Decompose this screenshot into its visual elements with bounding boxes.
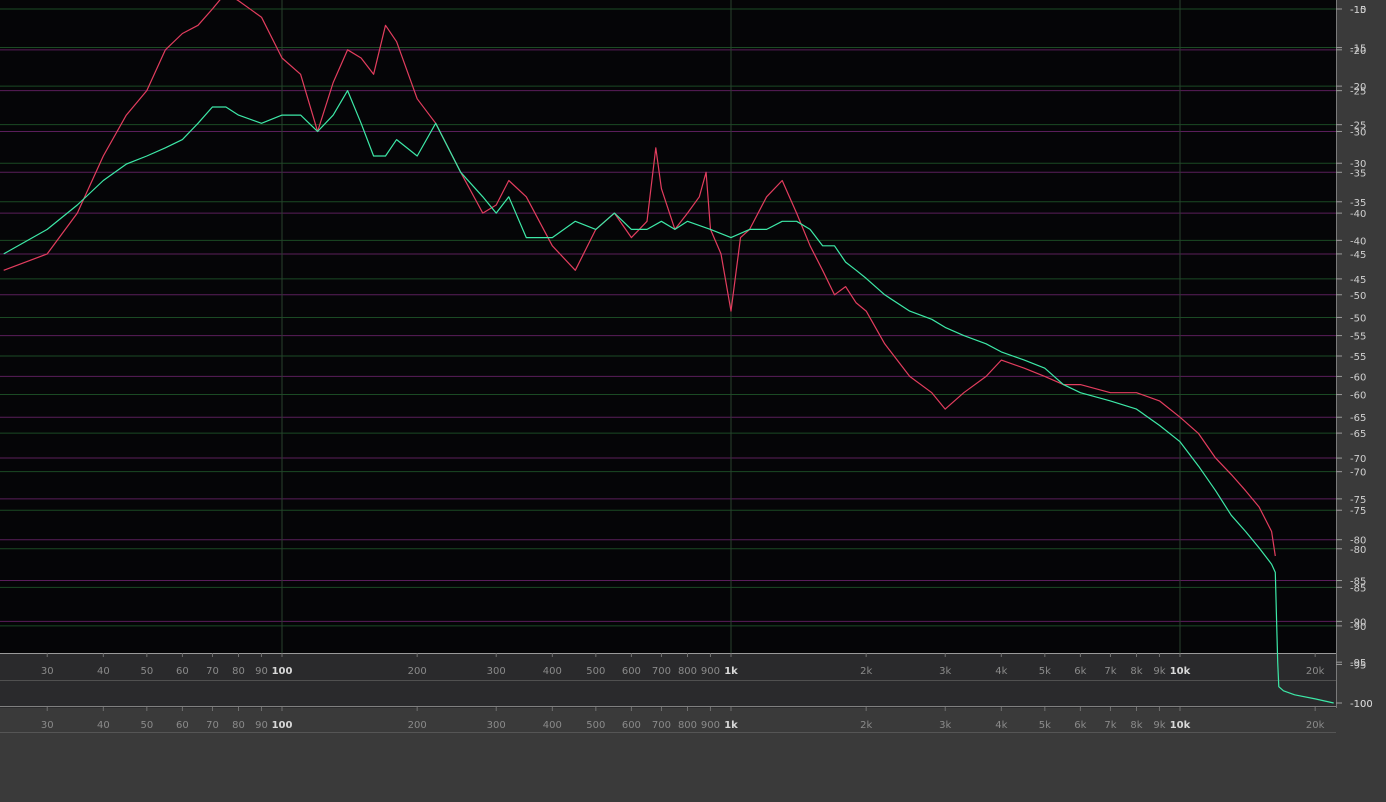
spectrum-analyzer-plot[interactable]: -15-20-25-30-35-40-45-50-55-60-65-70-75-… [0, 0, 1386, 802]
db-tick-label: -60 [1350, 391, 1366, 402]
frequency-tick-label: 70 [206, 720, 219, 731]
db-tick-label: -75 [1350, 506, 1366, 517]
frequency-tick-label: 800 [678, 720, 697, 731]
db-tick-label: -50 [1350, 313, 1366, 324]
frequency-tick-label: 80 [232, 720, 245, 731]
db-tick-label: -40 [1350, 209, 1366, 220]
frequency-tick-label: 30 [41, 666, 54, 677]
frequency-tick-label: 300 [487, 666, 506, 677]
frequency-tick-label: 900 [701, 666, 720, 677]
frequency-tick-label: 1k [724, 720, 738, 731]
frequency-tick-label: 90 [255, 720, 268, 731]
frequency-tick-label: 3k [939, 720, 951, 731]
db-tick-label: -10 [1350, 5, 1366, 16]
frequency-tick-label: 5k [1039, 666, 1051, 677]
db-tick-label: -35 [1350, 198, 1366, 209]
frequency-tick-label: 2k [860, 666, 872, 677]
db-tick-label: -100 [1350, 699, 1373, 710]
db-tick-label: -55 [1350, 332, 1366, 343]
frequency-tick-label: 600 [622, 720, 641, 731]
db-tick-label: -65 [1350, 429, 1366, 440]
frequency-tick-label: 40 [97, 666, 110, 677]
frequency-tick-label: 100 [272, 666, 293, 677]
frequency-tick-label: 90 [255, 666, 268, 677]
frequency-tick-label: 50 [140, 720, 153, 731]
frequency-tick-label: 3k [939, 666, 951, 677]
frequency-tick-label: 500 [586, 666, 605, 677]
frequency-tick-label: 2k [860, 720, 872, 731]
frequency-tick-label: 9k [1153, 720, 1165, 731]
frequency-tick-label: 40 [97, 720, 110, 731]
frequency-tick-label: 700 [652, 720, 671, 731]
frequency-tick-label: 20k [1306, 666, 1325, 677]
frequency-tick-label: 30 [41, 720, 54, 731]
db-tick-label: -80 [1350, 545, 1366, 556]
frequency-tick-label: 700 [652, 666, 671, 677]
frequency-tick-label: 400 [543, 720, 562, 731]
frequency-tick-label: 6k [1074, 666, 1086, 677]
frequency-tick-label: 60 [176, 666, 189, 677]
frequency-tick-label: 60 [176, 720, 189, 731]
frequency-tick-label: 200 [408, 666, 427, 677]
frequency-tick-label: 80 [232, 666, 245, 677]
db-tick-label: -70 [1350, 468, 1366, 479]
db-tick-label: -75 [1350, 495, 1366, 506]
db-tick-label: -70 [1350, 454, 1366, 465]
db-tick-label: -90 [1350, 622, 1366, 633]
frequency-tick-label: 9k [1153, 666, 1165, 677]
db-tick-label: -20 [1350, 82, 1366, 93]
frequency-tick-label: 70 [206, 666, 219, 677]
frequency-tick-label: 600 [622, 666, 641, 677]
frequency-tick-label: 4k [995, 720, 1007, 731]
db-tick-label: -95 [1350, 660, 1366, 671]
db-tick-label: -85 [1350, 583, 1366, 594]
frequency-tick-label: 7k [1104, 720, 1116, 731]
frequency-tick-label: 300 [487, 720, 506, 731]
db-tick-label: -30 [1350, 159, 1366, 170]
frequency-tick-label: 4k [995, 666, 1007, 677]
db-tick-label: -45 [1350, 250, 1366, 261]
frequency-tick-label: 8k [1130, 720, 1142, 731]
frequency-tick-label: 10k [1170, 720, 1191, 731]
frequency-tick-label: 5k [1039, 720, 1051, 731]
frequency-tick-label: 7k [1104, 666, 1116, 677]
frequency-tick-label: 10k [1170, 666, 1191, 677]
frequency-tick-label: 50 [140, 666, 153, 677]
db-tick-label: -50 [1350, 291, 1366, 302]
db-tick-label: -40 [1350, 236, 1366, 247]
frequency-tick-label: 100 [272, 720, 293, 731]
frequency-tick-label: 500 [586, 720, 605, 731]
frequency-tick-label: 900 [701, 720, 720, 731]
frequency-tick-label: 1k [724, 666, 738, 677]
db-tick-label: -55 [1350, 352, 1366, 363]
db-tick-label: -65 [1350, 413, 1366, 424]
db-tick-label: -15 [1350, 44, 1366, 55]
frequency-tick-label: 200 [408, 720, 427, 731]
frequency-tick-label: 8k [1130, 666, 1142, 677]
frequency-tick-label: 6k [1074, 720, 1086, 731]
frequency-tick-label: 400 [543, 666, 562, 677]
db-tick-label: -60 [1350, 372, 1366, 383]
frequency-tick-label: 800 [678, 666, 697, 677]
db-tick-label: -25 [1350, 121, 1366, 132]
db-tick-label: -45 [1350, 275, 1366, 286]
plot-area [0, 0, 1336, 653]
frequency-tick-label: 20k [1306, 720, 1325, 731]
